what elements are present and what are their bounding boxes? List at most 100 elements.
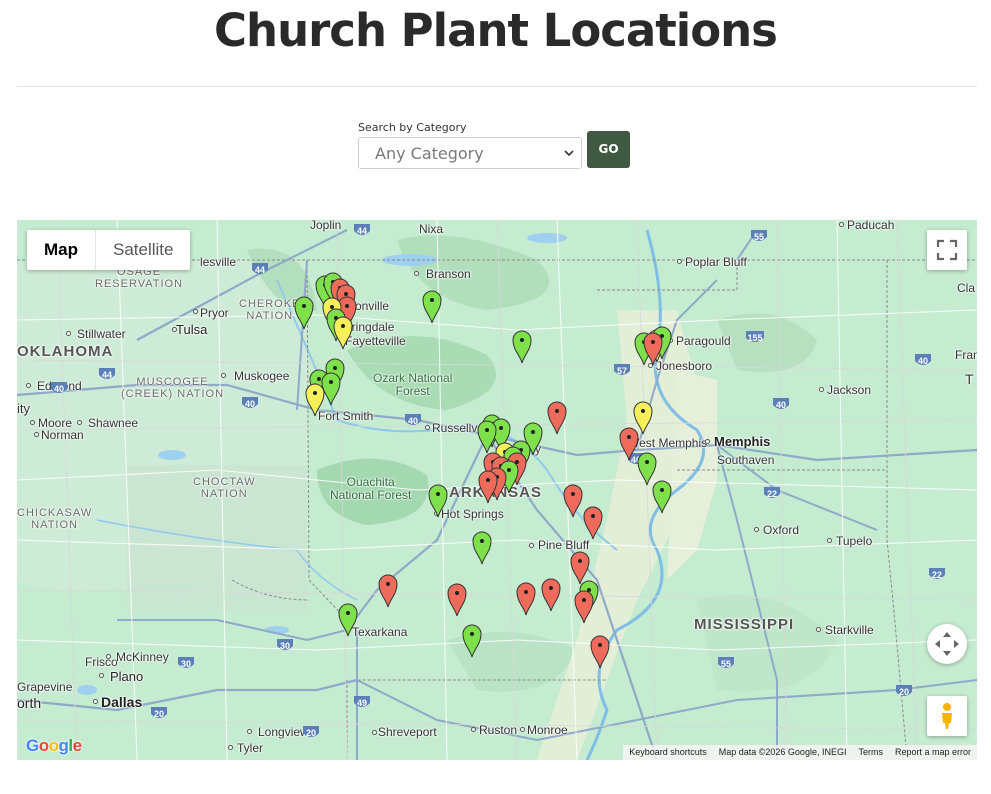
location-marker-red[interactable] bbox=[447, 583, 467, 617]
location-marker-green[interactable] bbox=[422, 290, 442, 324]
city-dot bbox=[529, 543, 534, 548]
city-dot bbox=[819, 387, 824, 392]
city-dot bbox=[34, 432, 39, 437]
city-dot bbox=[93, 699, 98, 704]
map-type-control: Map Satellite bbox=[27, 230, 191, 270]
interstate-shield: 40 bbox=[772, 397, 790, 412]
location-marker-green[interactable] bbox=[652, 480, 672, 514]
category-select-value: Any Category bbox=[375, 144, 484, 163]
location-marker-red[interactable] bbox=[563, 484, 583, 518]
label-muscogee-nation: MUSCOGEE (CREEK) NATION bbox=[121, 376, 224, 400]
city-dot bbox=[247, 729, 252, 734]
interstate-shield: 40 bbox=[50, 381, 68, 396]
label-cla-cut: Cla bbox=[957, 281, 976, 295]
label-choctaw-line2: NATION bbox=[200, 488, 248, 500]
interstate-shield: 40 bbox=[241, 396, 259, 411]
location-marker-red[interactable] bbox=[574, 590, 594, 624]
label-russellville: Russellv bbox=[432, 421, 478, 435]
location-marker-red[interactable] bbox=[547, 401, 567, 435]
label-ozark-line2: Forest bbox=[395, 384, 430, 398]
city-dot bbox=[26, 383, 31, 388]
label-fort-smith: Fort Smith bbox=[318, 409, 374, 423]
terms-link[interactable]: Terms bbox=[852, 745, 889, 760]
interstate-shield: 44 bbox=[98, 367, 116, 382]
label-shawnee: Shawnee bbox=[88, 416, 139, 430]
location-marker-red[interactable] bbox=[590, 635, 610, 669]
interstate-shield: 22 bbox=[763, 486, 781, 501]
interstate-shield: 55 bbox=[717, 656, 735, 671]
map-type-map-button[interactable]: Map bbox=[27, 230, 95, 270]
location-marker-yellow[interactable] bbox=[333, 316, 353, 350]
label-tupelo: Tupelo bbox=[836, 534, 873, 548]
camera-control-button[interactable] bbox=[927, 624, 967, 664]
report-map-error-link[interactable]: Report a map error bbox=[889, 745, 977, 760]
location-marker-green[interactable] bbox=[462, 624, 482, 658]
interstate-shield: 49 bbox=[353, 695, 371, 710]
location-marker-green[interactable] bbox=[512, 330, 532, 364]
interstate-shield: 20 bbox=[895, 684, 913, 699]
label-chickasaw-nation: CHICKASAW NATION bbox=[17, 507, 92, 531]
map-view[interactable]: Joplin Nixa Paducah lesville Branson Pop… bbox=[17, 220, 977, 760]
label-jackson: Jackson bbox=[827, 383, 872, 397]
interstate-shield: 40 bbox=[914, 353, 932, 368]
label-ouachita-line2: National Forest bbox=[330, 488, 412, 502]
location-marker-red[interactable] bbox=[583, 506, 603, 540]
location-marker-yellow[interactable] bbox=[305, 383, 325, 417]
city-dot bbox=[471, 727, 476, 732]
interstate-shield: 30 bbox=[177, 656, 195, 671]
label-frisco: Frisco bbox=[85, 655, 118, 669]
label-mckinney: McKinney bbox=[116, 650, 169, 664]
label-muskogee: Muskogee bbox=[234, 369, 290, 383]
label-oklahoma: OKLAHOMA bbox=[17, 343, 114, 360]
location-marker-red[interactable] bbox=[478, 470, 498, 504]
street-view-pegman-button[interactable] bbox=[927, 696, 967, 736]
city-dot bbox=[106, 654, 111, 659]
city-dot bbox=[705, 439, 710, 444]
location-marker-red[interactable] bbox=[516, 582, 536, 616]
label-dallas: Dallas bbox=[101, 694, 143, 710]
fullscreen-button[interactable] bbox=[927, 230, 967, 270]
map-attribution-bar: Keyboard shortcuts Map data ©2026 Google… bbox=[623, 745, 977, 760]
label-tyler: Tyler bbox=[237, 741, 264, 755]
map-type-satellite-button[interactable]: Satellite bbox=[95, 230, 190, 270]
label-frankfort-cut: Fran bbox=[955, 348, 977, 362]
label-chickasaw-line2: NATION bbox=[31, 519, 78, 531]
label-stillwater: Stillwater bbox=[77, 327, 126, 341]
location-marker-green[interactable] bbox=[472, 531, 492, 565]
interstate-shield: 22 bbox=[928, 567, 946, 582]
category-select[interactable]: Any Category bbox=[358, 137, 582, 169]
interstate-shield: 44 bbox=[353, 223, 371, 238]
location-marker-red[interactable] bbox=[541, 578, 561, 612]
interstate-shield: 40 bbox=[404, 413, 422, 428]
label-starkville: Starkville bbox=[825, 623, 874, 637]
label-southaven: Southaven bbox=[717, 453, 775, 467]
location-marker-green[interactable] bbox=[428, 484, 448, 518]
location-marker-red[interactable] bbox=[643, 332, 663, 366]
location-marker-green[interactable] bbox=[477, 420, 497, 454]
label-paragould: Paragould bbox=[676, 334, 731, 348]
location-marker-red[interactable] bbox=[378, 574, 398, 608]
label-paducah: Paducah bbox=[847, 220, 895, 232]
label-cherokee-line2: NATION bbox=[246, 310, 294, 322]
label-ruston: Ruston bbox=[479, 723, 518, 737]
city-dot bbox=[30, 420, 35, 425]
go-button[interactable]: GO bbox=[587, 131, 630, 168]
location-marker-red[interactable] bbox=[619, 427, 639, 461]
label-monroe: Monroe bbox=[527, 723, 568, 737]
label-ozark-national-forest: Ozark National Forest bbox=[373, 372, 452, 398]
pegman-icon bbox=[942, 703, 952, 729]
label-oxford: Oxford bbox=[763, 523, 800, 537]
city-dot bbox=[677, 259, 682, 264]
label-ozark-line1: Ozark National bbox=[373, 371, 453, 385]
label-pryor: Pryor bbox=[200, 306, 229, 320]
interstate-shield: 55 bbox=[750, 229, 768, 244]
location-marker-green[interactable] bbox=[338, 603, 358, 637]
location-marker-green[interactable] bbox=[294, 296, 314, 330]
interstate-shield: 57 bbox=[613, 363, 631, 378]
keyboard-shortcuts-link[interactable]: Keyboard shortcuts bbox=[623, 745, 713, 760]
interstate-shield: 44 bbox=[251, 262, 269, 277]
map-data-text: Map data ©2026 Google, INEGI bbox=[718, 747, 847, 757]
label-grapevine: Grapevine bbox=[17, 680, 73, 694]
city-dot bbox=[372, 730, 377, 735]
camera-control-icon bbox=[935, 632, 959, 656]
